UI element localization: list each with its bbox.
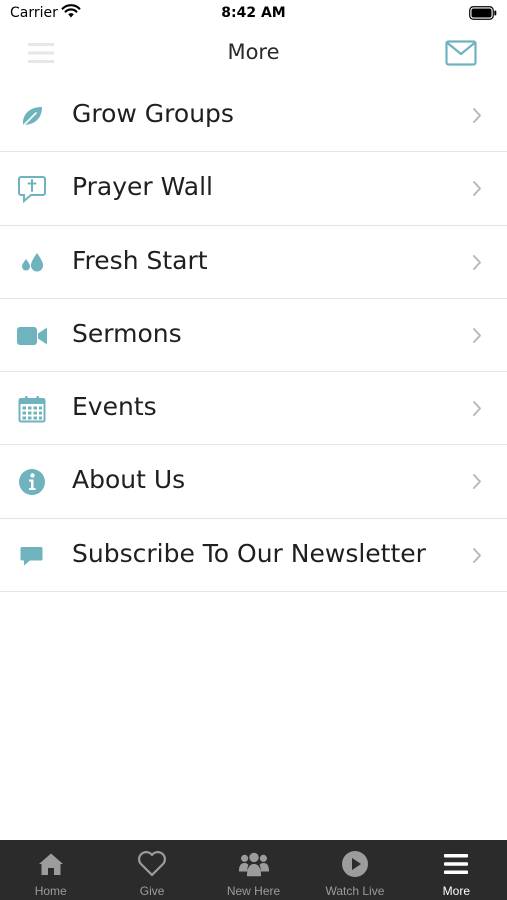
tab-watch-live[interactable]: Watch Live bbox=[304, 840, 405, 900]
droplets-icon bbox=[16, 249, 48, 277]
prayer-bubble-icon bbox=[16, 175, 48, 204]
chevron-right-icon bbox=[473, 327, 481, 343]
chat-bubble-icon bbox=[16, 542, 48, 570]
chevron-right-icon bbox=[473, 474, 481, 490]
menu-item-fresh-start[interactable]: Fresh Start bbox=[0, 226, 507, 299]
menu-item-label: Fresh Start bbox=[72, 245, 208, 275]
heart-icon bbox=[136, 850, 168, 878]
chevron-right-icon bbox=[473, 401, 481, 417]
info-icon bbox=[16, 468, 48, 496]
leaf-icon bbox=[16, 102, 48, 130]
menu-item-label: Events bbox=[72, 392, 157, 422]
menu-item-label: Grow Groups bbox=[72, 99, 234, 128]
menu-item-label: Sermons bbox=[72, 318, 182, 348]
tab-new-here[interactable]: New Here bbox=[203, 840, 304, 900]
chevron-right-icon bbox=[473, 108, 481, 123]
menu-item-label: About Us bbox=[72, 465, 186, 495]
status-bar: Carrier 8:42 AM bbox=[0, 0, 507, 30]
chevron-right-icon bbox=[473, 181, 481, 197]
tab-label: Home bbox=[34, 884, 67, 898]
tab-label: Watch Live bbox=[325, 884, 385, 898]
chevron-right-icon bbox=[473, 254, 481, 270]
menu-item-sermons[interactable]: Sermons bbox=[0, 299, 507, 373]
menu-item-events[interactable]: Events bbox=[0, 372, 507, 446]
calendar-icon bbox=[16, 395, 48, 423]
hamburger-icon bbox=[440, 850, 472, 878]
video-camera-icon bbox=[16, 322, 48, 350]
mail-icon[interactable] bbox=[445, 40, 477, 66]
menu-item-label: Prayer Wall bbox=[72, 172, 213, 202]
chevron-right-icon bbox=[473, 547, 481, 563]
tab-more[interactable]: More bbox=[406, 840, 507, 900]
tab-label: New Here bbox=[226, 884, 281, 898]
tab-label: More bbox=[442, 884, 470, 898]
tab-home[interactable]: Home bbox=[0, 840, 101, 900]
group-icon bbox=[238, 850, 270, 878]
clock: 8:42 AM bbox=[221, 5, 286, 21]
tab-label: Give bbox=[139, 884, 165, 898]
more-menu-list: Grow Groups Prayer Wall Fresh Start Serm… bbox=[0, 79, 507, 593]
menu-item-subscribe-newsletter[interactable]: Subscribe To Our Newsletter bbox=[0, 519, 507, 593]
menu-item-grow-groups[interactable]: Grow Groups bbox=[0, 79, 507, 153]
tab-bar: Home Give New Here Watch Live More bbox=[0, 840, 507, 900]
battery-icon bbox=[469, 6, 497, 20]
page-title: More bbox=[227, 40, 280, 64]
navigation-bar: More bbox=[0, 30, 507, 78]
tab-give[interactable]: Give bbox=[101, 840, 202, 900]
menu-item-label: Subscribe To Our Newsletter bbox=[72, 538, 426, 568]
menu-item-about-us[interactable]: About Us bbox=[0, 445, 507, 519]
home-icon bbox=[35, 850, 67, 878]
play-icon bbox=[339, 850, 371, 878]
menu-item-prayer-wall[interactable]: Prayer Wall bbox=[0, 152, 507, 226]
